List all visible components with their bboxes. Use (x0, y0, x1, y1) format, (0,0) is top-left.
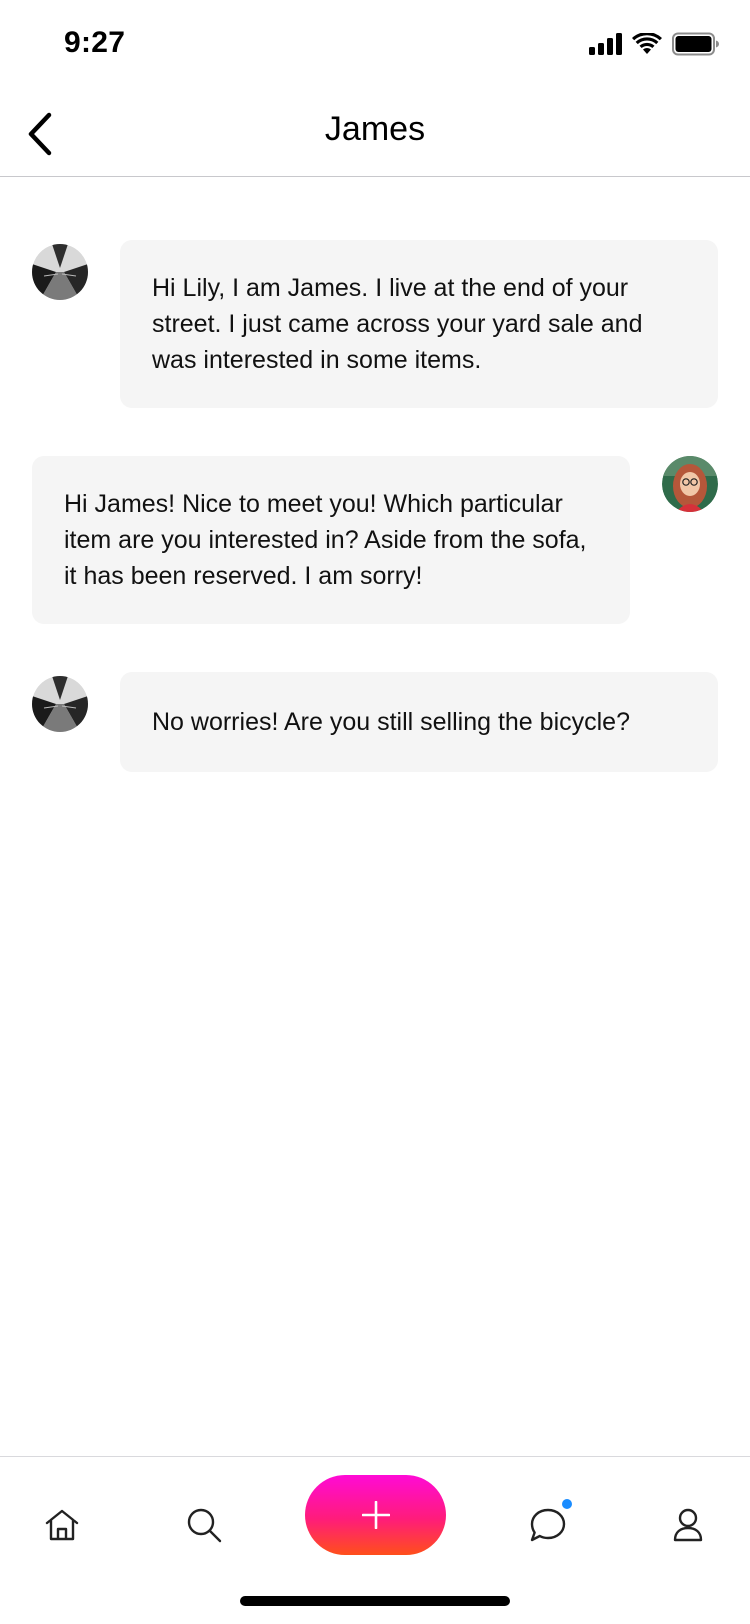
plus-icon (361, 1501, 390, 1529)
chat-header: James (0, 92, 750, 177)
message-text: Hi James! Nice to meet you! Which partic… (64, 490, 587, 590)
home-icon (45, 1509, 79, 1541)
woman-photo-avatar-icon (662, 456, 718, 512)
building-photo-avatar-icon (32, 676, 88, 732)
message-bubble: Hi James! Nice to meet you! Which partic… (32, 456, 630, 624)
chat-bubble-icon (530, 1508, 566, 1542)
avatar-james[interactable] (32, 676, 88, 732)
page-title: James (324, 110, 426, 148)
status-icons (589, 32, 720, 56)
message-text: Hi Lily, I am James. I live at the end o… (152, 274, 643, 374)
tab-profile[interactable] (660, 1497, 716, 1553)
building-photo-avatar-icon (32, 244, 88, 300)
message-text: No worries! Are you still selling the bi… (152, 708, 630, 736)
battery-icon (672, 32, 719, 56)
tab-messages[interactable] (520, 1497, 576, 1553)
avatar-lily[interactable] (662, 456, 718, 512)
tab-search[interactable] (176, 1497, 232, 1553)
notification-badge (562, 1499, 572, 1509)
cellular-signal-icon (589, 33, 622, 55)
add-listing-button[interactable] (305, 1475, 446, 1555)
home-indicator[interactable] (240, 1596, 510, 1606)
status-time: 9:27 (64, 26, 126, 59)
status-bar: 9:27 (0, 0, 750, 92)
message-bubble: Hi Lily, I am James. I live at the end o… (120, 240, 718, 408)
message-bubble: No worries! Are you still selling the bi… (120, 672, 718, 772)
user-icon (673, 1508, 703, 1542)
wifi-icon (632, 33, 662, 54)
avatar-james[interactable] (32, 244, 88, 300)
search-icon (187, 1508, 222, 1543)
tab-home[interactable] (34, 1497, 90, 1553)
